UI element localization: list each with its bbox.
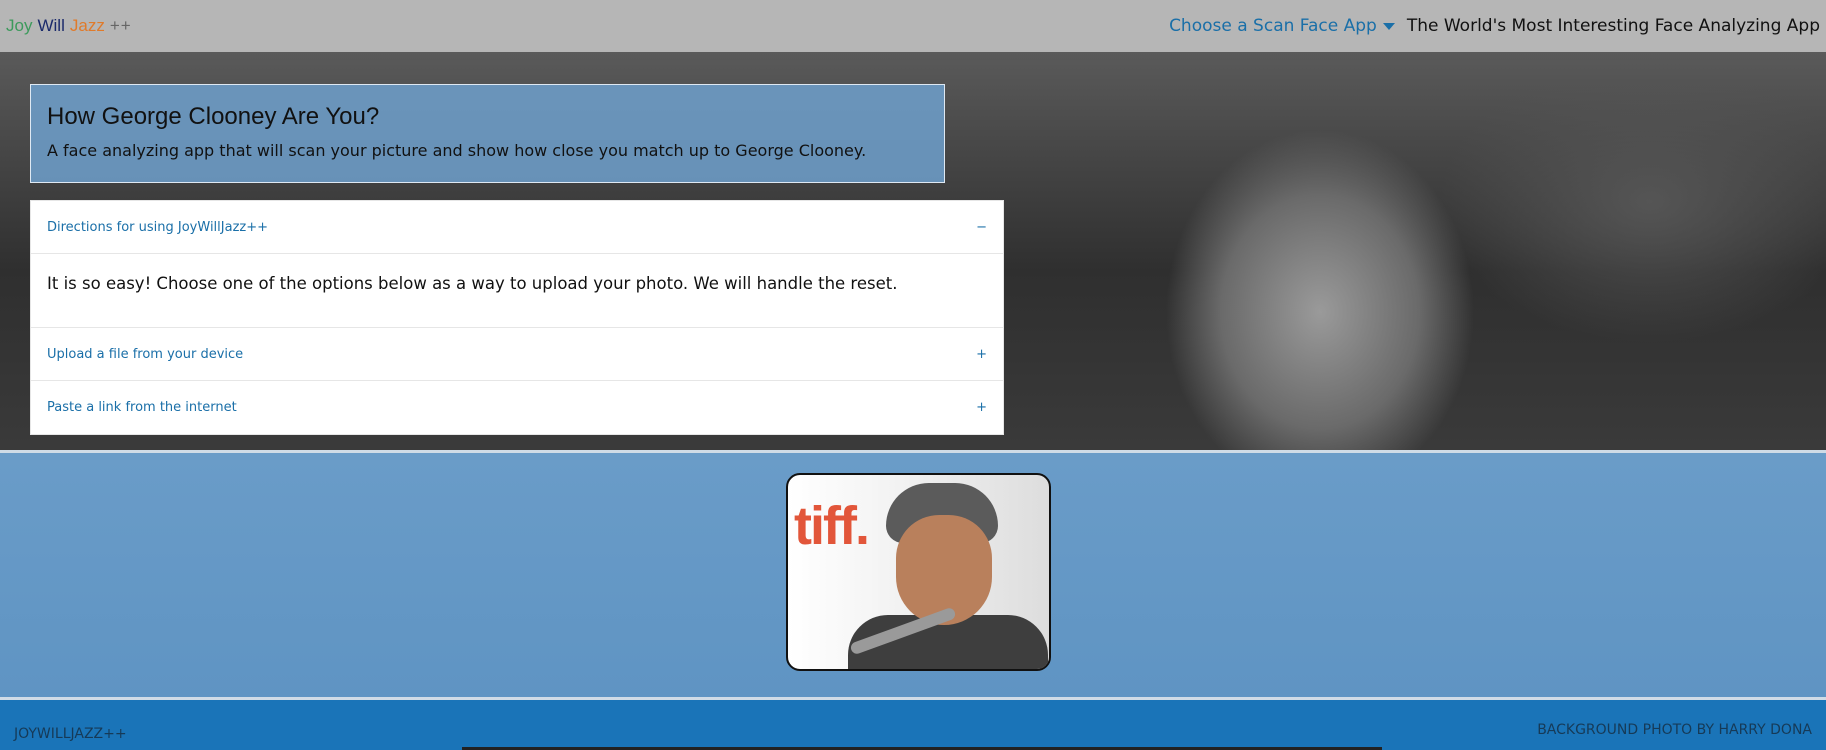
photo-backdrop-text: tiff. <box>794 496 870 556</box>
caret-down-icon <box>1382 22 1395 30</box>
collapse-icon: − <box>976 219 987 235</box>
site-tagline: The World's Most Interesting Face Analyz… <box>1406 16 1820 36</box>
accordion-title: Upload a file from your device <box>47 346 244 362</box>
title-panel: How George Clooney Are You? A face analy… <box>30 84 945 183</box>
page-title: How George Clooney Are You? <box>47 103 380 130</box>
footer: JOYWILLJAZZ++ BACKGROUND PHOTO BY HARRY … <box>0 700 1826 750</box>
brand-word-joy: Joy <box>6 16 33 35</box>
top-nav: Choose a Scan Face App The World's Most … <box>1169 16 1820 36</box>
accordion-upload-file-header[interactable]: Upload a file from your device + <box>31 328 1003 381</box>
brand-plusplus: ++ <box>109 16 132 35</box>
expand-icon: + <box>976 400 987 415</box>
george-clooney-photo: tiff. <box>786 473 1051 671</box>
scan-face-app-dropdown[interactable]: Choose a Scan Face App <box>1169 16 1395 36</box>
expand-icon: + <box>976 346 987 362</box>
dropdown-label: Choose a Scan Face App <box>1169 16 1377 36</box>
accordion-directions-header[interactable]: Directions for using JoyWillJazz++ − <box>31 201 1003 254</box>
top-navbar: Joy Will Jazz ++ Choose a Scan Face App … <box>0 0 1826 52</box>
accordion-paste-link-header[interactable]: Paste a link from the internet + <box>31 381 1003 434</box>
accordion-directions-body: It is so easy! Choose one of the options… <box>31 254 1003 328</box>
brand-word-jazz: Jazz <box>69 16 105 35</box>
brand-logo[interactable]: Joy Will Jazz ++ <box>6 16 132 36</box>
brand-word-will: Will <box>37 16 65 35</box>
footer-brand: JOYWILLJAZZ++ <box>14 726 127 742</box>
footer-photo-credit: BACKGROUND PHOTO BY HARRY DONA <box>1537 722 1812 738</box>
accordion-title: Paste a link from the internet <box>47 400 237 415</box>
page-subtitle: A face analyzing app that will scan your… <box>47 141 867 160</box>
upload-accordion: Directions for using JoyWillJazz++ − It … <box>30 200 1004 435</box>
accordion-title: Directions for using JoyWillJazz++ <box>47 219 269 235</box>
